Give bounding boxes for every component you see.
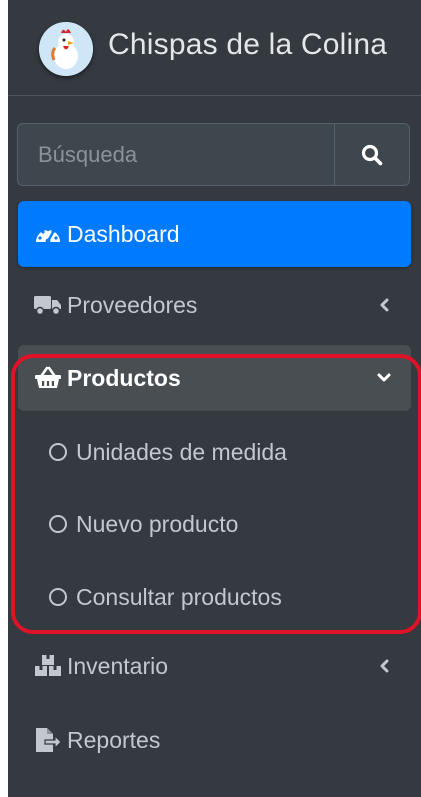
nav-item-label: Inventario [67, 652, 169, 679]
search-button[interactable] [334, 123, 410, 186]
nav-item-inventario[interactable]: Inventario [18, 633, 411, 699]
brand-link[interactable]: Chispas de la Colina [8, 0, 421, 96]
search-icon [361, 144, 383, 165]
nav-item-productos[interactable]: Productos [18, 345, 411, 411]
tachometer-icon [33, 219, 63, 249]
chevron-left-icon [377, 298, 391, 312]
nav-item-dashboard[interactable]: Dashboard [18, 201, 411, 267]
nav-item-label: Dashboard [67, 220, 180, 247]
circle-icon [49, 443, 67, 461]
file-export-icon [33, 725, 63, 755]
truck-icon [33, 290, 63, 320]
search-input[interactable] [17, 123, 334, 186]
sub-item-label: Consultar productos [76, 583, 282, 610]
circle-icon [49, 515, 67, 533]
boxes-icon [33, 651, 63, 681]
brand-title: Chispas de la Colina [108, 28, 388, 61]
nav-item-label: Productos [67, 364, 181, 391]
sidebar: Chispas de la Colina Dashboard [8, 0, 421, 797]
rooster-logo-icon [39, 22, 93, 76]
nav-item-proveedores[interactable]: Proveedores [18, 272, 411, 338]
nav-item-reportes[interactable]: Reportes [18, 707, 411, 773]
sub-item-nuevo-producto[interactable]: Nuevo producto [18, 490, 411, 558]
sidebar-search [17, 123, 410, 186]
nav-item-label: Reportes [67, 726, 161, 753]
sub-item-label: Unidades de medida [76, 438, 287, 465]
shopping-basket-icon [33, 363, 63, 393]
nav-item-label: Proveedores [67, 291, 198, 318]
sub-item-unidades-de-medida[interactable]: Unidades de medida [18, 418, 411, 486]
chevron-down-icon [377, 371, 391, 385]
circle-icon [49, 588, 67, 606]
chevron-left-icon [377, 659, 391, 673]
sub-item-label: Nuevo producto [76, 510, 239, 537]
sub-item-consultar-productos[interactable]: Consultar productos [18, 563, 411, 631]
